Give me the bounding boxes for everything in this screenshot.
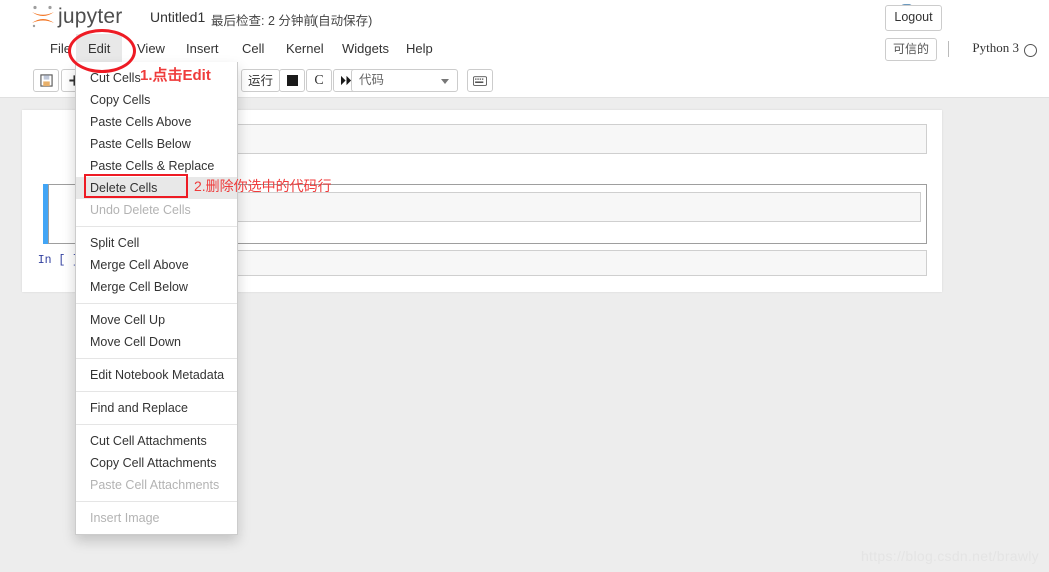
menu-item-move-cell-up[interactable]: Move Cell Up	[76, 309, 237, 331]
menu-item-merge-cell-above[interactable]: Merge Cell Above	[76, 254, 237, 276]
interrupt-kernel-button[interactable]	[279, 69, 305, 92]
menu-divider	[76, 226, 237, 227]
chevron-down-icon	[441, 79, 449, 84]
menu-item-split-cell[interactable]: Split Cell	[76, 232, 237, 254]
menu-help[interactable]: Help	[394, 34, 445, 63]
notebook-title[interactable]: Untitled1	[150, 9, 205, 25]
menu-item-find-and-replace[interactable]: Find and Replace	[76, 397, 237, 419]
command-palette-button[interactable]	[467, 69, 493, 92]
menu-item-delete-cells[interactable]: Delete Cells	[76, 177, 237, 199]
cell-type-select[interactable]: 代码	[351, 69, 458, 92]
menu-view[interactable]: View	[125, 34, 177, 63]
trusted-badge[interactable]: 可信的	[885, 38, 937, 61]
menu-item-edit-notebook-metadata[interactable]: Edit Notebook Metadata	[76, 364, 237, 386]
jupyter-logo-icon[interactable]	[29, 4, 59, 28]
menu-divider	[76, 424, 237, 425]
menu-item-undo-delete-cells: Undo Delete Cells	[76, 199, 237, 221]
menu-item-cut-cells[interactable]: Cut Cells	[76, 67, 237, 89]
menu-item-paste-cells-above[interactable]: Paste Cells Above	[76, 111, 237, 133]
menu-cell[interactable]: Cell	[230, 34, 276, 63]
menu-divider	[76, 501, 237, 502]
watermark: https://blog.csdn.net/brawly	[861, 548, 1039, 564]
menu-divider	[76, 391, 237, 392]
last-checkpoint-text: 最后检查: 2 分钟前	[211, 10, 316, 29]
menu-widgets[interactable]: Widgets	[330, 34, 401, 63]
menu-item-cut-cell-attachments[interactable]: Cut Cell Attachments	[76, 430, 237, 452]
edit-menu-dropdown[interactable]: Cut Cells Copy Cells Paste Cells Above P…	[75, 62, 238, 535]
brand-name[interactable]: jupyter	[58, 5, 122, 29]
cell-type-value: 代码	[359, 70, 384, 91]
menu-bar: File Edit View Insert Cell Kernel Widget…	[0, 34, 1049, 64]
save-button[interactable]	[33, 69, 59, 92]
run-cell-button[interactable]: 运行	[241, 69, 280, 92]
menu-item-copy-cells[interactable]: Copy Cells	[76, 89, 237, 111]
restart-kernel-button[interactable]: C	[306, 69, 332, 92]
menu-item-paste-cells-replace[interactable]: Paste Cells & Replace	[76, 155, 237, 177]
jupyter-notebook-app: jupyter Untitled1 最后检查: 2 分钟前 (自动保存) Log…	[0, 0, 1049, 572]
menu-kernel[interactable]: Kernel	[274, 34, 336, 63]
menu-item-paste-cell-attachments: Paste Cell Attachments	[76, 474, 237, 496]
menu-edit[interactable]: Edit	[76, 34, 122, 63]
kernel-separator	[948, 41, 949, 57]
page-header: jupyter Untitled1 最后检查: 2 分钟前 (自动保存) Log…	[0, 0, 1049, 34]
logout-button[interactable]: Logout	[885, 5, 942, 31]
autosave-text: (自动保存)	[314, 10, 372, 29]
menu-item-move-cell-down[interactable]: Move Cell Down	[76, 331, 237, 353]
menu-item-insert-image: Insert Image	[76, 507, 237, 529]
menu-divider	[76, 303, 237, 304]
menu-insert[interactable]: Insert	[174, 34, 231, 63]
menu-item-paste-cells-below[interactable]: Paste Cells Below	[76, 133, 237, 155]
menu-item-copy-cell-attachments[interactable]: Copy Cell Attachments	[76, 452, 237, 474]
menu-item-merge-cell-below[interactable]: Merge Cell Below	[76, 276, 237, 298]
kernel-idle-circle-icon[interactable]	[1024, 44, 1037, 57]
menu-divider	[76, 358, 237, 359]
kernel-name-label[interactable]: Python 3	[972, 40, 1019, 56]
